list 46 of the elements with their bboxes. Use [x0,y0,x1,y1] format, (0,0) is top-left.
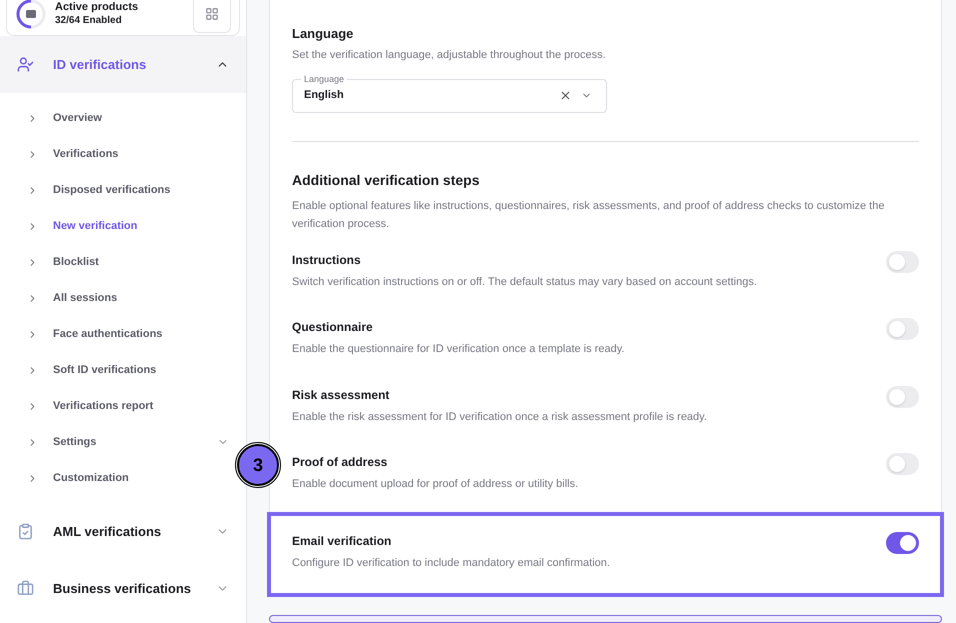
toggle-switch[interactable] [886,532,919,554]
toggle-switch[interactable] [886,386,919,408]
sidebar-item[interactable]: Verifications report [0,388,234,424]
section-title: Language [292,25,354,43]
section-title: Additional verification steps [292,170,480,190]
option-description: Switch verification instructions on or off. The default status may vary based on account settings. [292,274,758,290]
sidebar-item[interactable]: Blocklist [0,244,234,280]
sidebar-item[interactable]: Soft ID verifications [0,352,234,388]
clear-icon [559,88,572,102]
field-label: Language [303,75,346,84]
language-select[interactable]: Language English [292,75,607,112]
option-title: Proof of address [292,454,388,471]
briefcase-icon [17,580,34,597]
select-value: English [304,88,345,103]
option-title: Questionnaire [292,319,374,336]
products-title: Active products [55,0,140,15]
option-description: Enable the questionnaire for ID verification once a template is ready. [292,342,626,357]
grid-plus-icon [205,7,219,21]
sidebar-item[interactable]: Verifications [0,136,234,172]
section-description: Set the verification language, adjustable throughout the process. [292,48,607,62]
sidebar-item[interactable]: Overview [0,100,234,136]
add-product-button[interactable] [193,0,231,33]
sidebar-item[interactable]: All sessions [0,280,234,316]
user-check-icon [17,56,34,73]
sidebar-section[interactable]: Business verifications [0,560,246,617]
toggle-switch[interactable] [886,453,919,475]
sidebar-item[interactable]: New verification [0,208,234,244]
sidebar-item[interactable]: Settings [0,424,234,460]
sidebar-item[interactable]: Disposed verifications [0,172,234,208]
products-count: 32/64 Enabled [55,14,123,28]
option-description: Enable document upload for proof of address or utility bills. [292,477,580,492]
toggle-switch[interactable] [886,318,919,340]
option-title: Instructions [292,252,362,268]
step-number-badge: 3 [237,444,279,486]
box-icon [26,10,36,18]
option-description: Enable the risk assessment for ID verification once a risk assessment profile is ready. [292,410,708,424]
option-description: Configure ID verification to include mandatory email confirmation. [292,556,611,570]
section-description: Enable optional features like instructions, questionnaires, risk assessments, and proof of address checks to customize the verification process. [292,198,886,232]
option-title: Risk assessment [292,386,390,404]
clipboard-check-icon [17,523,34,540]
option-title: Email verification [292,532,392,550]
sidebar-section[interactable]: AML verifications [0,503,246,560]
toggle-switch[interactable] [886,250,919,272]
sidebar-section[interactable]: ID verifications [0,36,246,93]
sidebar-item[interactable]: Customization [0,460,234,496]
sidebar-item[interactable]: Face authentications [0,316,234,352]
